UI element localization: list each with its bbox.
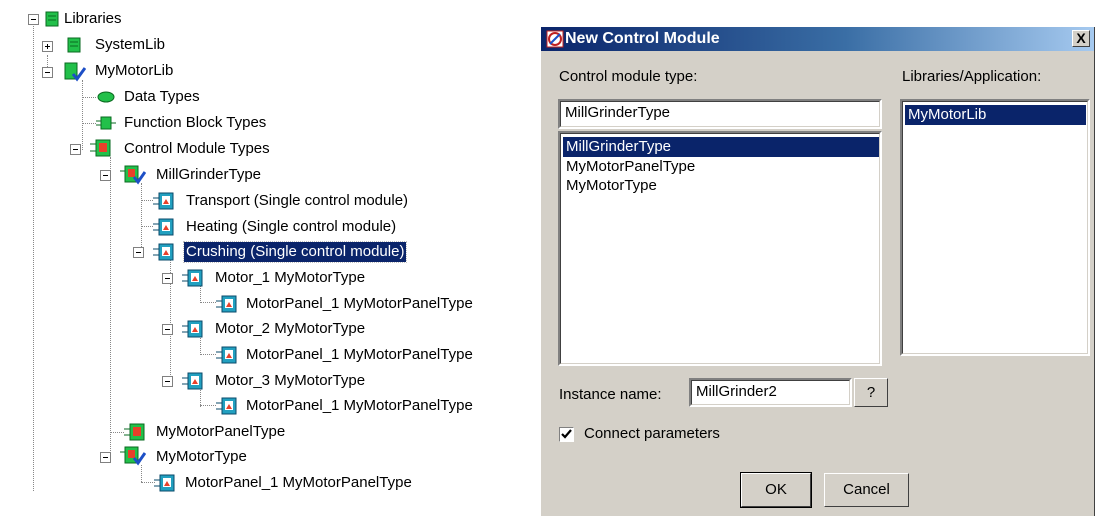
tree-connector	[200, 405, 216, 406]
tree-node-motor-1[interactable]: Motor_1 MyMotorType	[213, 268, 367, 288]
control-module-type-icon	[120, 446, 146, 466]
control-module-type-list[interactable]: MillGrinderType MyMotorPanelType MyMotor…	[558, 131, 882, 366]
instance-name-value: MillGrinder2	[696, 383, 777, 400]
collapse-toggle[interactable]	[100, 170, 111, 181]
collapse-toggle[interactable]	[162, 324, 173, 335]
control-module-icon	[182, 320, 203, 338]
control-module-type-label: Control module type:	[559, 68, 698, 85]
list-item[interactable]: MyMotorPanelType	[563, 157, 698, 177]
tree-node-mymotortype-panel[interactable]: MotorPanel_1 MyMotorPanelType	[183, 473, 414, 493]
tree-node-mymotortype[interactable]: MyMotorType	[154, 447, 249, 467]
tree-connector	[141, 226, 153, 227]
list-item[interactable]: MyMotorType	[563, 176, 660, 196]
library-tree: Libraries SystemLib MyMotorLib Data Type…	[0, 0, 540, 516]
instance-name-label: Instance name:	[559, 386, 662, 403]
collapse-toggle[interactable]	[70, 144, 81, 155]
tree-node-control-module-types[interactable]: Control Module Types	[122, 139, 272, 159]
tree-node-libraries[interactable]: Libraries	[62, 9, 124, 29]
tree-connector	[141, 200, 153, 201]
tree-node-millgrindertype[interactable]: MillGrinderType	[154, 165, 263, 185]
tree-connector	[200, 387, 201, 407]
tree-connector	[200, 302, 216, 303]
tree-node-heating[interactable]: Heating (Single control module)	[184, 217, 398, 237]
tree-connector	[82, 123, 96, 124]
single-control-module-icon	[153, 243, 174, 261]
collapse-toggle[interactable]	[100, 452, 111, 463]
control-module-icon	[216, 346, 237, 364]
tree-connector	[141, 482, 155, 483]
tree-node-function-block-types[interactable]: Function Block Types	[122, 113, 268, 133]
single-control-module-icon	[153, 192, 174, 210]
control-module-icon	[154, 474, 175, 492]
tree-connector	[82, 80, 83, 150]
collapse-toggle[interactable]	[28, 14, 39, 25]
control-module-type-icon	[120, 165, 146, 185]
control-module-icon	[182, 372, 203, 390]
tree-node-systemlib[interactable]: SystemLib	[93, 35, 167, 55]
single-control-module-icon	[153, 218, 174, 236]
dialog-title: New Control Module	[565, 30, 720, 47]
collapse-toggle[interactable]	[162, 273, 173, 284]
tree-connector	[33, 23, 34, 491]
instance-name-input[interactable]: MillGrinder2	[689, 378, 852, 407]
collapse-toggle[interactable]	[162, 376, 173, 387]
control-module-type-icon	[124, 423, 145, 441]
tree-connector	[110, 157, 111, 457]
tree-node-motor-3-panel[interactable]: MotorPanel_1 MyMotorPanelType	[244, 396, 475, 416]
tree-connector	[200, 335, 201, 355]
list-item[interactable]: MillGrinderType	[563, 137, 879, 157]
data-types-icon	[97, 91, 115, 103]
tree-node-motor-1-panel[interactable]: MotorPanel_1 MyMotorPanelType	[244, 294, 475, 314]
tree-node-transport[interactable]: Transport (Single control module)	[184, 191, 410, 211]
collapse-toggle[interactable]	[42, 67, 53, 78]
new-control-module-dialog: New Control Module X Control module type…	[541, 27, 1095, 516]
dialog-titlebar[interactable]: New Control Module X	[541, 27, 1094, 51]
list-item[interactable]: MyMotorLib	[905, 105, 1086, 125]
tree-node-mymotorlib[interactable]: MyMotorLib	[93, 61, 175, 81]
function-block-icon	[96, 116, 116, 130]
control-module-icon	[216, 397, 237, 415]
tree-connector	[141, 183, 142, 249]
control-module-icon	[216, 295, 237, 313]
tree-connector	[110, 432, 124, 433]
collapse-toggle[interactable]	[133, 247, 144, 258]
close-button[interactable]: X	[1072, 30, 1090, 47]
help-button[interactable]: ?	[854, 378, 888, 407]
tree-node-mymotorpaneltype[interactable]: MyMotorPanelType	[154, 422, 287, 442]
control-module-folder-icon	[90, 139, 111, 157]
libraries-application-list[interactable]: MyMotorLib	[900, 99, 1090, 356]
control-module-icon	[182, 269, 203, 287]
control-module-type-input[interactable]: MillGrinderType	[558, 99, 882, 129]
tree-connector	[82, 97, 96, 98]
expand-toggle[interactable]	[42, 41, 53, 52]
tree-node-motor-2-panel[interactable]: MotorPanel_1 MyMotorPanelType	[244, 345, 475, 365]
connect-parameters-label[interactable]: Connect parameters	[584, 425, 720, 443]
ok-button[interactable]: OK	[740, 472, 812, 508]
library-folder-icon	[45, 11, 59, 27]
control-module-type-value: MillGrinderType	[565, 104, 671, 121]
tree-node-crushing[interactable]: Crushing (Single control module)	[182, 241, 408, 263]
library-icon	[67, 37, 81, 53]
tree-node-data-types[interactable]: Data Types	[122, 87, 202, 107]
connect-parameters-checkbox[interactable]	[559, 427, 574, 442]
tree-connector	[141, 465, 142, 482]
tree-node-motor-3[interactable]: Motor_3 MyMotorType	[213, 371, 367, 391]
libraries-application-label: Libraries/Application:	[902, 68, 1042, 85]
checkmark-icon	[561, 429, 572, 439]
library-checked-icon	[64, 62, 86, 82]
tree-connector	[200, 354, 216, 355]
cancel-button[interactable]: Cancel	[824, 473, 909, 507]
tree-node-motor-2[interactable]: Motor_2 MyMotorType	[213, 319, 367, 339]
app-icon	[546, 30, 564, 48]
